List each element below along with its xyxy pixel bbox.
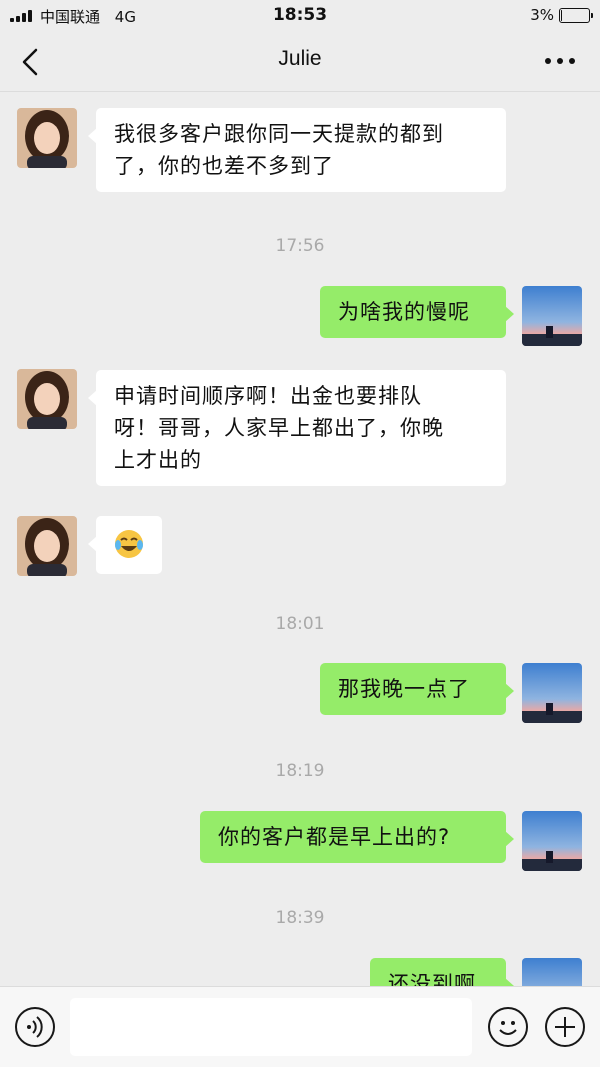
message-text: 为啥我的慢呢	[338, 300, 470, 324]
contact-avatar-image	[17, 369, 77, 429]
chat-header: Julie	[0, 32, 600, 92]
outgoing-message[interactable]: 还没到啊	[370, 958, 514, 986]
more-actions-button[interactable]	[545, 1007, 585, 1047]
status-bar: 中国联通 4G 18:53 3%	[0, 0, 600, 32]
more-button[interactable]	[542, 46, 578, 76]
my-avatar[interactable]	[522, 663, 582, 723]
contact-avatar-image	[17, 516, 77, 576]
incoming-message[interactable]	[88, 516, 162, 574]
contact-avatar[interactable]	[17, 108, 77, 168]
message-text: 了，你的也差不多到了	[114, 154, 334, 178]
voice-icon	[27, 1016, 43, 1038]
contact-avatar[interactable]	[17, 516, 77, 576]
battery-percent: 3%	[530, 6, 554, 24]
message-text: 申请时间顺序啊！出金也要排队	[114, 384, 422, 408]
message-timestamp: 18:01	[275, 614, 325, 634]
incoming-message[interactable]: 我很多客户跟你同一天提款的都到 了，你的也差不多到了	[88, 108, 506, 192]
message-text: 那我晚一点了	[338, 677, 470, 701]
plus-icon	[555, 1017, 575, 1037]
message-timestamp: 17:56	[275, 236, 325, 256]
incoming-message[interactable]: 申请时间顺序啊！出金也要排队 呀！哥哥，人家早上都出了，你晚 上才出的	[88, 370, 506, 486]
message-text: 呀！哥哥，人家早上都出了，你晚	[114, 416, 444, 440]
message-input[interactable]	[70, 998, 472, 1056]
message-timestamp: 18:19	[275, 761, 325, 781]
outgoing-message[interactable]: 那我晚一点了	[320, 663, 514, 715]
tears-of-joy-emoji	[115, 530, 143, 558]
message-list[interactable]: 我很多客户跟你同一天提款的都到 了，你的也差不多到了 17:56 为啥我的慢呢 …	[0, 93, 600, 986]
my-avatar[interactable]	[522, 811, 582, 871]
battery-fill	[561, 10, 562, 21]
outgoing-message[interactable]: 你的客户都是早上出的?	[200, 811, 514, 863]
message-timestamp: 18:39	[275, 908, 325, 928]
my-avatar-image	[522, 811, 582, 871]
my-avatar[interactable]	[522, 958, 582, 986]
emoji-icon	[499, 1021, 517, 1035]
contact-avatar[interactable]	[17, 369, 77, 429]
input-bar	[0, 986, 600, 1067]
my-avatar[interactable]	[522, 286, 582, 346]
message-text: 你的客户都是早上出的?	[218, 825, 451, 849]
contact-avatar-image	[17, 108, 77, 168]
message-text: 上才出的	[114, 448, 202, 472]
message-text: 还没到啊	[388, 972, 476, 986]
my-avatar-image	[522, 286, 582, 346]
status-time: 18:53	[272, 5, 328, 25]
emoji-button[interactable]	[488, 1007, 528, 1047]
outgoing-message[interactable]: 为啥我的慢呢	[320, 286, 514, 338]
chat-title: Julie	[278, 47, 322, 70]
more-dots-icon	[545, 58, 575, 64]
voice-button[interactable]	[15, 1007, 55, 1047]
my-avatar-image	[522, 663, 582, 723]
battery-icon	[559, 8, 593, 23]
message-text: 我很多客户跟你同一天提款的都到	[114, 122, 444, 146]
my-avatar-image	[522, 958, 582, 986]
